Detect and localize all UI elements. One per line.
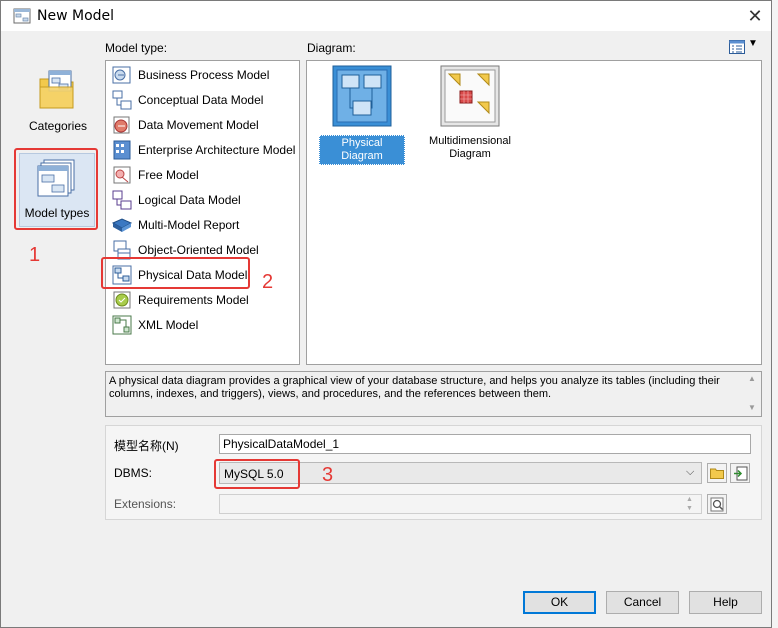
dbms-label: DBMS: [114,466,153,480]
list-item-logical-data-model[interactable]: Logical Data Model [112,188,297,212]
data-movement-icon [113,116,130,134]
new-model-dialog: New Model ✕ Categories Model types 1 Mod… [0,0,772,628]
model-types-nav-item[interactable]: Model types [19,153,95,227]
diagram-list: Physical Diagram Multidimensional Diagra… [306,60,762,365]
categories-label: Categories [28,119,88,133]
list-item-enterprise-architecture-model[interactable]: Enterprise Architecture Model [112,138,297,162]
physical-data-model-annotation-box [101,257,250,289]
model-types-label: Model types [24,206,90,220]
folder-icon [710,468,724,479]
list-item-xml-model[interactable]: XML Model [112,313,297,337]
list-item-conceptual-data-model[interactable]: Conceptual Data Model [112,88,297,112]
list-item-label: Logical Data Model [138,193,241,207]
import-icon [734,466,748,481]
close-icon[interactable]: ✕ [743,4,767,28]
dbms-annotation-box [214,459,300,489]
chevron-down-icon: ⌵ [686,466,695,478]
model-type-list: Business Process Model Conceptual Data M… [105,60,300,365]
physical-diagram-icon [332,65,392,127]
multidimensional-diagram-icon [440,65,500,127]
list-item-label: Enterprise Architecture Model [138,143,296,157]
extensions-browse-button[interactable] [707,494,727,514]
scroll-up-icon[interactable]: ▲ [748,374,756,383]
list-item-label: Data Movement Model [138,118,259,132]
scroll-down-icon[interactable]: ▼ [748,403,756,412]
background-window-right [772,0,778,628]
list-item-label: Multi-Model Report [138,218,240,232]
help-button[interactable]: Help [689,591,762,614]
cancel-button[interactable]: Cancel [606,591,679,614]
window-title: New Model [37,8,115,24]
extensions-field[interactable]: ▲ ▼ [219,494,702,514]
extensions-spinner-icon: ▲ ▼ [686,496,693,512]
list-item-label: Business Process Model [138,68,270,82]
list-item-multi-model-report[interactable]: Multi-Model Report [112,213,297,237]
model-name-input[interactable] [219,434,751,454]
multidimensional-diagram-label: Multidimensional Diagram [429,135,511,160]
diagram-item-physical-diagram[interactable]: Physical Diagram [317,65,407,165]
business-process-icon [112,66,131,84]
description-scrollbar[interactable]: ▲ ▼ [745,372,761,416]
annotation-number-1: 1 [29,244,41,266]
xml-model-icon [112,315,132,335]
list-item-label: Object-Oriented Model [138,243,259,257]
chevron-down-icon: ▼ [748,38,758,49]
list-item-business-process-model[interactable]: Business Process Model [112,63,297,87]
physical-diagram-label: Physical Diagram [319,135,405,165]
dbms-import-button[interactable] [730,463,750,483]
list-item-label: Free Model [138,168,199,182]
list-item-label: Requirements Model [138,293,249,307]
dbms-browse-button[interactable] [707,463,727,483]
description-box: A physical data diagram provides a graph… [105,371,762,417]
view-mode-button[interactable]: ▼ [727,38,761,56]
ok-button[interactable]: OK [523,591,596,614]
requirements-icon [113,291,131,309]
categories-nav-item[interactable]: Categories [19,63,97,135]
list-item-label: Conceptual Data Model [138,93,264,107]
free-model-icon [113,166,131,184]
list-item-data-movement-model[interactable]: Data Movement Model [112,113,297,137]
model-type-header: Model type: [105,41,168,55]
enterprise-architecture-icon [113,140,131,160]
multi-model-report-icon [112,218,132,232]
diagram-header: Diagram: [307,41,356,55]
list-view-icon [729,40,745,54]
list-item-label: XML Model [138,318,199,332]
list-item-free-model[interactable]: Free Model [112,163,297,187]
annotation-number-2: 2 [262,271,274,293]
title-bar: New Model ✕ [1,1,771,31]
logical-data-icon [112,190,132,210]
categories-folder-icon [39,70,74,109]
extensions-label: Extensions: [114,497,177,511]
app-icon [13,8,31,24]
conceptual-data-icon [112,90,132,110]
model-types-icon [37,159,75,197]
magnifier-icon [710,497,724,512]
diagram-item-multidimensional-diagram[interactable]: Multidimensional Diagram [425,65,515,165]
description-text: A physical data diagram provides a graph… [109,375,720,400]
model-name-label: 模型名称(N) [114,439,179,453]
annotation-number-3: 3 [322,464,334,486]
